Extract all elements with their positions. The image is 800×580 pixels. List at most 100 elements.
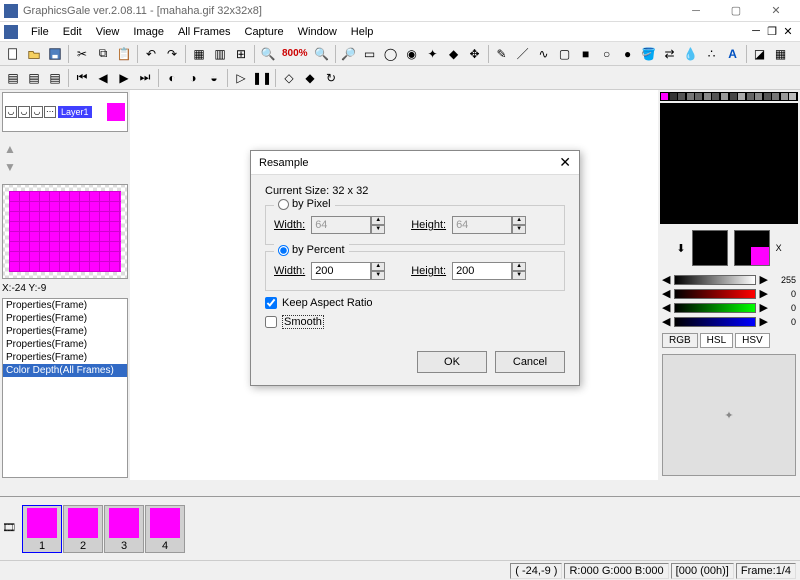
palette-swatch[interactable]	[747, 160, 754, 167]
palette-swatch[interactable]	[704, 176, 711, 183]
palette-swatch[interactable]	[695, 152, 702, 159]
palette-swatch[interactable]	[670, 176, 677, 183]
open-button[interactable]	[24, 44, 44, 64]
layer-panel[interactable]: ◡ ◡ ◡ ⋯ Layer1	[2, 92, 128, 132]
percent-height-input[interactable]	[452, 262, 512, 280]
palette-swatch[interactable]	[781, 176, 788, 183]
flip-v-button[interactable]: ◆	[300, 68, 320, 88]
palette-swatch[interactable]	[738, 120, 745, 127]
palette-swatch[interactable]	[695, 144, 702, 151]
palette-swatch[interactable]	[772, 93, 779, 100]
snap-button[interactable]: ⊞	[231, 44, 251, 64]
palette-swatch[interactable]	[721, 216, 728, 223]
palette-swatch[interactable]	[687, 144, 694, 151]
palette-swatch[interactable]	[661, 104, 668, 111]
filled-rect-tool[interactable]: ■	[576, 44, 596, 64]
palette-swatch[interactable]	[738, 168, 745, 175]
spin-up-icon[interactable]: ▲	[512, 262, 526, 271]
layer-vis-icon[interactable]: ◡	[5, 106, 17, 118]
copy-button[interactable]: ⧉	[93, 44, 113, 64]
palette-swatch[interactable]	[789, 184, 796, 191]
palette-swatch[interactable]	[789, 136, 796, 143]
palette-swatch[interactable]	[747, 93, 754, 100]
palette-swatch[interactable]	[730, 128, 737, 135]
palette-swatch[interactable]	[789, 112, 796, 119]
palette-swatch[interactable]	[738, 136, 745, 143]
background-color[interactable]	[734, 230, 770, 266]
cut-button[interactable]: ✂	[72, 44, 92, 64]
palette-swatch[interactable]	[661, 136, 668, 143]
mdi-restore[interactable]: ❐	[764, 25, 780, 38]
palette-swatch[interactable]	[695, 192, 702, 199]
palette-swatch[interactable]	[764, 208, 771, 215]
palette-swatch[interactable]	[730, 216, 737, 223]
palette-swatch[interactable]	[730, 136, 737, 143]
palette-swatch[interactable]	[712, 160, 719, 167]
palette-swatch[interactable]	[687, 208, 694, 215]
palette-swatch[interactable]	[712, 152, 719, 159]
palette-swatch[interactable]	[678, 168, 685, 175]
palette-swatch[interactable]	[678, 184, 685, 191]
spin-down-icon[interactable]: ▼	[512, 225, 526, 234]
by-pixel-radio[interactable]	[278, 199, 289, 210]
palette-swatch[interactable]	[678, 93, 685, 100]
palette-swatch[interactable]	[678, 144, 685, 151]
frame-3[interactable]: 3	[104, 505, 144, 553]
palette-swatch[interactable]	[755, 176, 762, 183]
spray-tool[interactable]: ∴	[702, 44, 722, 64]
palette-swatch[interactable]	[661, 152, 668, 159]
redo-button[interactable]: ↷	[162, 44, 182, 64]
tab-hsl[interactable]: HSL	[700, 333, 733, 348]
palette-swatch[interactable]	[695, 216, 702, 223]
palette-swatch[interactable]	[755, 208, 762, 215]
palette-swatch[interactable]	[721, 136, 728, 143]
palette-swatch[interactable]	[747, 104, 754, 111]
next-frame-button[interactable]: ▶	[114, 68, 134, 88]
palette-swatch[interactable]	[670, 200, 677, 207]
wand-tool[interactable]: ✦	[423, 44, 443, 64]
palette-swatch[interactable]	[678, 160, 685, 167]
palette-swatch[interactable]	[687, 136, 694, 143]
palette-swatch[interactable]	[764, 136, 771, 143]
palette-swatch[interactable]	[678, 192, 685, 199]
palette-swatch[interactable]	[730, 120, 737, 127]
palette-swatch[interactable]	[712, 112, 719, 119]
palette-swatch[interactable]	[670, 136, 677, 143]
palette-swatch[interactable]	[695, 160, 702, 167]
palette-swatch[interactable]	[781, 152, 788, 159]
palette-swatch[interactable]	[695, 200, 702, 207]
palette-swatch[interactable]	[781, 168, 788, 175]
palette-swatch[interactable]	[772, 192, 779, 199]
palette-swatch[interactable]	[721, 208, 728, 215]
undo-button[interactable]: ↶	[141, 44, 161, 64]
palette-swatch[interactable]	[721, 200, 728, 207]
frame-1[interactable]: 1	[22, 505, 62, 553]
palette-swatch[interactable]	[764, 216, 771, 223]
palette-swatch[interactable]	[670, 184, 677, 191]
palette-swatch[interactable]	[712, 120, 719, 127]
palette-swatch[interactable]	[721, 120, 728, 127]
palette-swatch[interactable]	[764, 192, 771, 199]
layer-up-button[interactable]: ▲	[4, 140, 126, 158]
slider-right-icon[interactable]: ▶	[760, 301, 768, 314]
eyedropper-tool[interactable]: 💧	[681, 44, 701, 64]
keep-aspect-checkbox[interactable]	[265, 297, 277, 309]
palette-swatch[interactable]	[747, 136, 754, 143]
replace-color-tool[interactable]: ⇄	[660, 44, 680, 64]
palette-swatch[interactable]	[712, 93, 719, 100]
zoom-level[interactable]: 800%	[279, 48, 311, 59]
menu-view[interactable]: View	[89, 24, 127, 40]
palette-swatch[interactable]	[781, 128, 788, 135]
layer-lock-icon[interactable]: ◡	[18, 106, 30, 118]
palette-swatch[interactable]	[670, 216, 677, 223]
palette-swatch[interactable]	[687, 152, 694, 159]
line-tool[interactable]: ／	[513, 44, 533, 64]
palette-swatch[interactable]	[747, 200, 754, 207]
palette-swatch[interactable]	[789, 216, 796, 223]
palette-swatch[interactable]	[661, 160, 668, 167]
mdi-control-icon[interactable]	[4, 25, 18, 39]
oval-select-tool[interactable]: ◯	[381, 44, 401, 64]
layer-link-icon[interactable]: ◡	[31, 106, 43, 118]
palette-swatch[interactable]	[738, 208, 745, 215]
palette-swatch[interactable]	[661, 144, 668, 151]
